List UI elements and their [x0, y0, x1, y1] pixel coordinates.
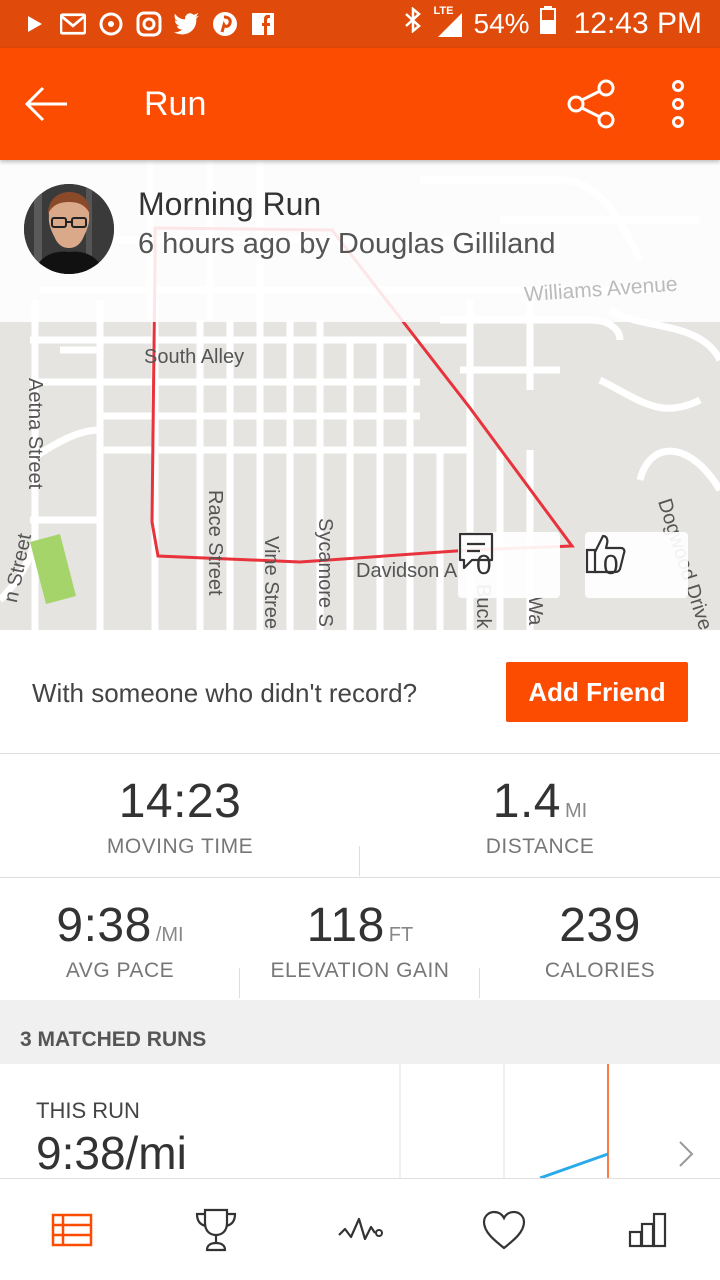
avatar[interactable] [24, 184, 114, 274]
activity-title: Morning Run [138, 186, 322, 222]
battery-percent: 54% [473, 8, 530, 39]
map-label-wa: Wa [524, 596, 546, 626]
elevation-label: ELEVATION GAIN [270, 959, 450, 982]
nav-feed[interactable] [0, 1179, 144, 1280]
map-label-aetna: Aetna Street [24, 378, 46, 490]
add-friend-button[interactable]: Add Friend [506, 662, 688, 722]
back-arrow-icon [24, 86, 67, 122]
divider [0, 877, 720, 878]
clock: 12:43 PM [573, 7, 702, 40]
matched-runs-header: 3 MATCHED RUNS [0, 1000, 720, 1064]
stat-moving-time: 14:23 MOVING TIME [0, 774, 360, 859]
gmail-icon [60, 11, 86, 37]
bottom-nav [0, 1178, 720, 1280]
pinterest-icon [212, 11, 238, 37]
overflow-menu-button[interactable] [660, 78, 696, 130]
add-friend-row: With someone who didn't record? Add Frie… [0, 630, 720, 754]
chevron-right-icon [679, 1141, 694, 1167]
more-vert-icon [672, 80, 684, 128]
map-label-vine: Vine Stree [260, 536, 282, 630]
kudos-button[interactable]: 0 [585, 532, 688, 598]
share-icon [567, 79, 615, 129]
stat-elevation: 118 FT ELEVATION GAIN [240, 898, 480, 983]
comment-icon [458, 532, 494, 570]
elevation-unit: FT [388, 924, 414, 946]
distance-label: DISTANCE [485, 835, 595, 858]
map-label-davidson: Davidson A [356, 560, 458, 582]
avg-pace-value: 9:38 [56, 899, 152, 952]
feed-icon [51, 1213, 93, 1246]
elevation-value: 118 [306, 899, 385, 952]
route-map[interactable]: South Alley Aetna Street Race Street Vin… [0, 160, 720, 630]
matched-runs-title: 3 MATCHED RUNS [20, 1028, 207, 1051]
avg-pace-label: AVG PACE [65, 959, 175, 982]
divider [479, 968, 480, 998]
status-bar: LTE 54% 12:43 PM [0, 0, 720, 48]
share-button[interactable] [566, 78, 618, 130]
avg-pace-unit: /MI [155, 924, 184, 946]
moving-time-label: MOVING TIME [106, 835, 254, 858]
bluetooth-icon [404, 6, 422, 41]
comments-button[interactable]: 0 [458, 532, 560, 598]
distance-unit: MI [565, 800, 588, 822]
facebook-icon [250, 11, 276, 37]
heart-icon [482, 1210, 526, 1249]
play-icon [22, 11, 48, 37]
signal-icon: LTE [432, 5, 464, 39]
map-label-sycamore: Sycamore S [314, 518, 336, 627]
calories-value: 239 [559, 899, 641, 952]
back-button[interactable] [0, 48, 92, 160]
add-friend-prompt: With someone who didn't record? [32, 678, 418, 708]
map-label-south-alley: South Alley [144, 346, 245, 368]
activity-icon [338, 1217, 383, 1240]
stats-icon [628, 1212, 667, 1247]
distance-value: 1.4 [492, 775, 561, 828]
twitter-icon [174, 11, 200, 37]
moving-time-value: 14:23 [118, 775, 242, 828]
nav-stats[interactable] [576, 1179, 720, 1280]
stat-distance: 1.4 MI DISTANCE [360, 774, 720, 859]
matched-runs-card[interactable]: THIS RUN 9:38/mi [0, 1064, 720, 1178]
divider [359, 846, 360, 876]
map-label-race: Race Street [204, 490, 226, 596]
thumbs-up-icon [585, 534, 626, 574]
stat-calories: 239 CALORIES [480, 898, 720, 983]
stat-avg-pace: 9:38/MI AVG PACE [0, 898, 240, 983]
nav-activity[interactable] [288, 1179, 432, 1280]
page-title: Run [144, 84, 207, 123]
trophy-icon [195, 1208, 237, 1251]
instagram-icon [136, 11, 162, 37]
battery-icon [539, 6, 556, 42]
sync-icon [98, 11, 124, 37]
nav-favorites[interactable] [432, 1179, 576, 1280]
matched-runs-chart [399, 1064, 694, 1178]
calories-label: CALORIES [544, 959, 656, 982]
divider [239, 968, 240, 998]
nav-challenges[interactable] [144, 1179, 288, 1280]
activity-subtitle: 6 hours ago by Douglas Gilliland [138, 228, 556, 260]
app-toolbar: Run [0, 48, 720, 160]
